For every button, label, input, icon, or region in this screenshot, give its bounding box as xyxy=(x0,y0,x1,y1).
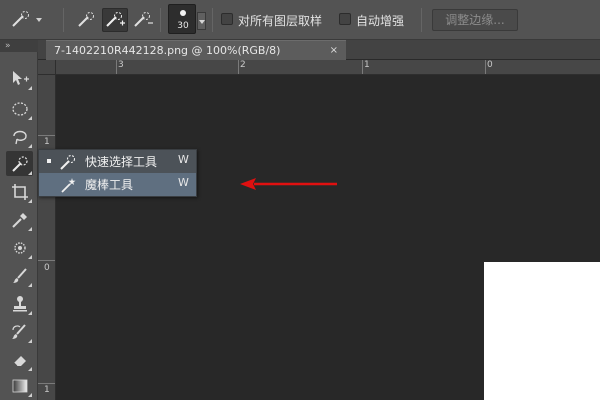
eraser-tool[interactable] xyxy=(6,347,33,372)
ruler-label: 0 xyxy=(487,60,493,70)
tool-group-indicator xyxy=(28,311,32,315)
move-icon xyxy=(12,70,29,85)
eyedropper-tool[interactable] xyxy=(6,207,33,232)
clone-stamp-icon xyxy=(12,295,27,311)
canvas-area[interactable] xyxy=(56,75,600,400)
toolbox xyxy=(0,52,38,400)
crop-icon xyxy=(11,183,28,200)
quick-selection-icon xyxy=(11,155,28,172)
lasso-icon xyxy=(12,130,27,144)
tool-group-indicator xyxy=(28,116,32,120)
ruler-label: 1 xyxy=(364,60,370,70)
ruler-tick xyxy=(38,260,55,261)
gradient-icon xyxy=(12,379,27,392)
sample-all-layers-label: 对所有图层取样 xyxy=(238,14,323,28)
tool-preset-dropdown[interactable] xyxy=(34,8,44,32)
new-selection-brush-icon xyxy=(78,12,94,27)
brush-tool[interactable] xyxy=(6,263,33,288)
refine-edge-button[interactable]: 调整边缘... xyxy=(432,9,518,31)
document-tab-title: 7-1402210R442128.png @ 100%(RGB/8) xyxy=(54,44,281,57)
menu-item-quick-selection[interactable]: 快速选择工具 W xyxy=(39,150,196,173)
lasso-tool[interactable] xyxy=(6,124,33,149)
close-icon[interactable]: × xyxy=(330,41,338,60)
ruler-label: 2 xyxy=(240,60,246,70)
ruler-label: 1 xyxy=(44,385,50,395)
tool-group-indicator xyxy=(28,283,32,287)
subtract-from-selection-button[interactable] xyxy=(130,8,156,32)
magic-wand-icon xyxy=(61,178,76,193)
add-to-selection-button[interactable] xyxy=(102,8,128,32)
eyedropper-icon xyxy=(11,212,27,228)
menu-item-label: 魔棒工具 xyxy=(85,178,134,192)
subtract-selection-brush-icon xyxy=(134,12,153,27)
tool-group-indicator xyxy=(28,199,32,203)
tool-group-indicator xyxy=(28,171,32,175)
quick-selection-tool[interactable] xyxy=(6,151,33,176)
divider xyxy=(212,8,213,32)
ruler-tick xyxy=(485,60,486,74)
clone-stamp-tool[interactable] xyxy=(6,291,33,316)
gradient-tool[interactable] xyxy=(6,373,33,398)
new-selection-button[interactable] xyxy=(74,8,100,32)
crop-tool[interactable] xyxy=(6,179,33,204)
add-selection-brush-icon xyxy=(106,12,125,27)
tool-preset-picker[interactable] xyxy=(8,8,34,32)
brush-icon xyxy=(12,267,27,283)
document-tab[interactable]: 7-1402210R442128.png @ 100%(RGB/8) × xyxy=(46,40,346,60)
history-brush-icon xyxy=(11,323,26,339)
marquee-tool[interactable] xyxy=(6,96,33,121)
ruler-tick xyxy=(116,60,117,74)
menu-item-magic-wand[interactable]: 魔棒工具 W xyxy=(39,173,196,196)
healing-brush-icon xyxy=(13,241,26,254)
document-tab-bar: 7-1402210R442128.png @ 100%(RGB/8) × xyxy=(38,40,600,60)
quick-selection-icon xyxy=(12,11,29,27)
collapse-chevron-icon[interactable]: » xyxy=(5,40,11,52)
history-brush-tool[interactable] xyxy=(6,319,33,344)
tool-group-indicator xyxy=(28,144,32,148)
healing-brush-tool[interactable] xyxy=(6,235,33,260)
document-image[interactable] xyxy=(484,262,600,400)
ruler-tick xyxy=(38,383,55,384)
menu-item-label: 快速选择工具 xyxy=(85,155,158,169)
tool-group-indicator xyxy=(28,339,32,343)
divider xyxy=(421,8,422,32)
ruler-origin[interactable] xyxy=(38,60,56,75)
quick-selection-icon xyxy=(60,154,76,170)
annotation-arrow-icon xyxy=(240,178,337,190)
tool-group-indicator xyxy=(28,367,32,371)
options-bar: 30 对所有图层取样 自动增强 调整边缘... xyxy=(0,0,600,40)
selection-tool-flyout: 快速选择工具 W 魔棒工具 W xyxy=(38,149,197,197)
toolbox-header[interactable]: » xyxy=(0,40,38,52)
tool-group-indicator xyxy=(28,255,32,259)
brush-picker-dropdown[interactable] xyxy=(197,12,206,30)
eraser-icon xyxy=(13,355,26,366)
ruler-label: 3 xyxy=(118,60,124,70)
ruler-left[interactable]: 1 0 1 xyxy=(38,75,56,400)
chevron-down-icon xyxy=(36,18,42,22)
brush-tip-icon xyxy=(180,10,186,16)
divider xyxy=(63,8,64,32)
brush-size-value: 30 xyxy=(177,21,189,31)
menu-item-shortcut: W xyxy=(178,153,189,166)
ruler-tick xyxy=(238,60,239,74)
brush-preset-picker[interactable]: 30 xyxy=(168,4,196,34)
tool-group-indicator xyxy=(28,227,32,231)
ruler-tick xyxy=(362,60,363,74)
tool-group-indicator xyxy=(28,86,32,90)
ruler-tick xyxy=(38,135,55,136)
ruler-top[interactable]: 3 2 1 0 xyxy=(38,60,600,75)
ruler-label: 1 xyxy=(44,137,50,147)
auto-enhance-checkbox[interactable] xyxy=(339,13,351,25)
ruler-label: 0 xyxy=(44,263,50,273)
move-tool[interactable] xyxy=(6,66,33,91)
tool-group-indicator xyxy=(28,393,32,397)
auto-enhance-label: 自动增强 xyxy=(356,14,405,28)
sample-all-layers-checkbox[interactable] xyxy=(221,13,233,25)
menu-item-shortcut: W xyxy=(178,176,189,189)
divider xyxy=(160,8,161,32)
active-bullet-icon xyxy=(47,159,51,163)
elliptical-marquee-icon xyxy=(11,101,28,116)
